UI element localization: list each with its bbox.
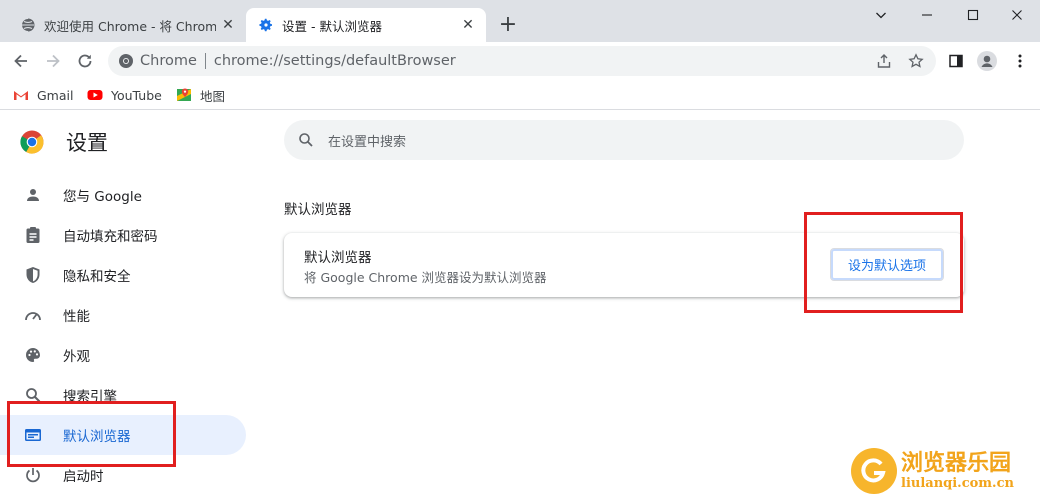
watermark-text: 浏览器乐园 liulanqi.com.cn xyxy=(901,452,1014,490)
sidebar-item-autofill[interactable]: 自动填充和密码 xyxy=(0,215,246,255)
close-tab-icon[interactable]: ✕ xyxy=(220,17,236,33)
close-icon xyxy=(1012,10,1022,20)
watermark-name: 浏览器乐园 xyxy=(901,450,1012,476)
settings-header: 设置 xyxy=(20,127,108,157)
bookmarks-bar: Gmail YouTube 地图 xyxy=(0,80,1040,110)
search-icon xyxy=(299,133,313,147)
highlight-box-sidebar xyxy=(7,401,176,467)
maximize-icon xyxy=(967,9,979,21)
more-vert-icon xyxy=(1018,54,1022,68)
chrome-logo-icon xyxy=(20,130,44,154)
close-window-button[interactable] xyxy=(994,0,1040,30)
settings-search[interactable]: 在设置中搜索 xyxy=(284,120,964,160)
person-icon xyxy=(23,185,43,205)
section-title: 默认浏览器 xyxy=(284,202,352,218)
maximize-button[interactable] xyxy=(950,0,996,30)
watermark-logo-icon xyxy=(851,448,897,494)
arrow-left-icon xyxy=(14,54,27,68)
globe-icon xyxy=(20,17,35,33)
sidebar-item-label: 您与 Google xyxy=(63,189,142,205)
chrome-logo-icon xyxy=(119,54,133,68)
tab-title: 欢迎使用 Chrome - 将 Chrome xyxy=(44,18,216,34)
speedometer-icon xyxy=(23,305,43,325)
url-text[interactable]: chrome://settings/defaultBrowser xyxy=(214,53,456,69)
shield-icon xyxy=(23,265,43,285)
address-bar[interactable]: Chrome chrome://settings/defaultBrowser xyxy=(108,46,936,76)
sidebar-item-label: 自动填充和密码 xyxy=(63,229,158,245)
back-button[interactable] xyxy=(11,51,31,71)
bookmark-youtube[interactable]: YouTube xyxy=(87,85,162,105)
sidebar-item-label: 外观 xyxy=(63,349,90,365)
reload-icon xyxy=(78,54,92,68)
tab-search-button[interactable] xyxy=(858,0,904,30)
tab-settings[interactable]: 设置 - 默认浏览器 ✕ xyxy=(246,8,486,42)
share-icon xyxy=(877,54,891,68)
clipboard-icon xyxy=(23,225,43,245)
profile-button[interactable] xyxy=(977,51,997,71)
new-tab-button[interactable]: + xyxy=(497,14,519,36)
avatar-icon xyxy=(977,51,997,71)
watermark-domain: liulanqi.com.cn xyxy=(901,476,1014,491)
bookmark-label: YouTube xyxy=(111,87,162,103)
tab-welcome[interactable]: 欢迎使用 Chrome - 将 Chrome ✕ xyxy=(8,8,246,42)
bookmark-maps[interactable]: 地图 xyxy=(176,85,225,105)
tab-strip: 欢迎使用 Chrome - 将 Chrome ✕ 设置 - 默认浏览器 ✕ + xyxy=(0,0,1040,42)
reload-button[interactable] xyxy=(75,51,95,71)
sidebar-item-appearance[interactable]: 外观 xyxy=(0,335,246,375)
sidebar-item-label: 性能 xyxy=(63,309,90,325)
site-label: Chrome xyxy=(140,53,197,69)
watermark: 浏览器乐园 liulanqi.com.cn xyxy=(851,448,1014,494)
power-icon xyxy=(23,465,43,485)
gmail-icon xyxy=(14,91,28,100)
gear-icon xyxy=(259,18,272,32)
youtube-icon xyxy=(87,90,103,100)
sidebar-item-privacy[interactable]: 隐私和安全 xyxy=(0,255,246,295)
toolbar: Chrome chrome://settings/defaultBrowser xyxy=(0,42,1040,80)
side-panel-icon xyxy=(949,54,963,68)
bookmark-gmail[interactable]: Gmail xyxy=(13,85,73,105)
sidebar-item-label: 启动时 xyxy=(63,469,104,485)
bookmark-star-button[interactable] xyxy=(906,51,926,71)
sidebar-item-label: 隐私和安全 xyxy=(63,269,131,285)
minimize-icon xyxy=(922,14,932,16)
bookmark-label: 地图 xyxy=(200,88,226,104)
palette-icon xyxy=(23,345,43,365)
arrow-right-icon xyxy=(47,54,60,68)
page-title: 设置 xyxy=(66,131,108,155)
highlight-box-button xyxy=(804,212,963,313)
side-panel-button[interactable] xyxy=(946,51,966,71)
forward-button[interactable] xyxy=(43,51,63,71)
minimize-button[interactable] xyxy=(904,0,950,30)
sidebar-item-performance[interactable]: 性能 xyxy=(0,295,246,335)
card-heading: 默认浏览器 xyxy=(304,250,372,266)
star-icon xyxy=(908,53,924,68)
chevron-down-icon xyxy=(876,12,886,19)
search-placeholder: 在设置中搜索 xyxy=(328,134,407,150)
maps-icon xyxy=(177,88,191,101)
card-description: 将 Google Chrome 浏览器设为默认浏览器 xyxy=(304,270,547,285)
bookmark-label: Gmail xyxy=(37,87,74,103)
menu-button[interactable] xyxy=(1010,51,1030,71)
tab-title: 设置 - 默认浏览器 xyxy=(282,18,382,34)
close-tab-icon[interactable]: ✕ xyxy=(460,17,476,33)
sidebar-item-you-and-google[interactable]: 您与 Google xyxy=(0,175,246,215)
share-button[interactable] xyxy=(874,51,894,71)
omnibox-divider xyxy=(204,53,206,69)
